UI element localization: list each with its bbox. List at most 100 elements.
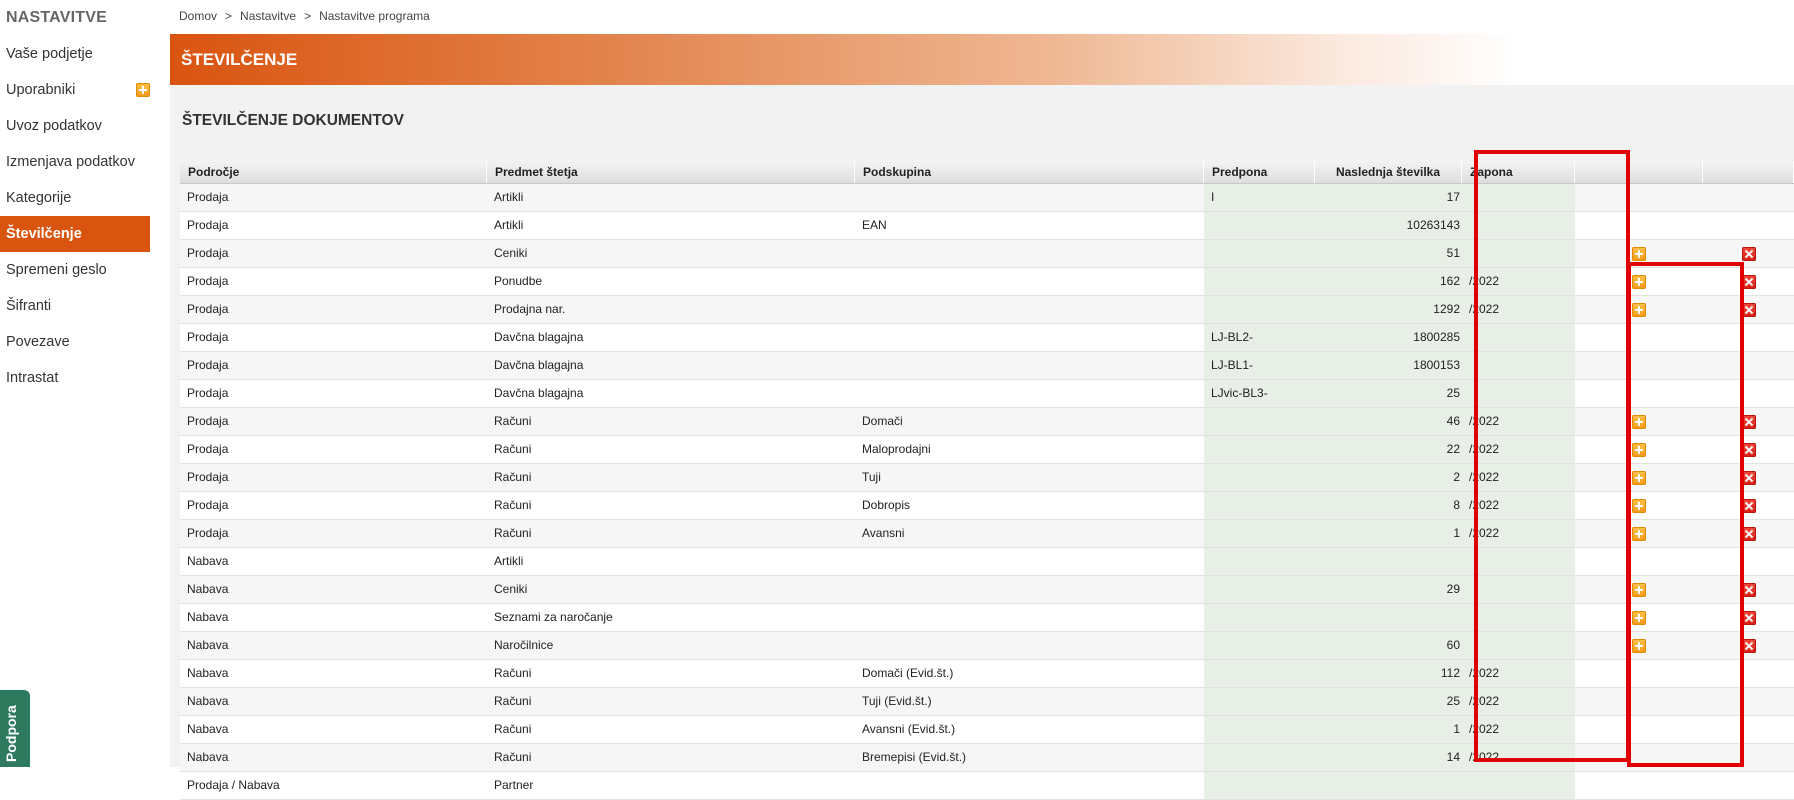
next-number-cell[interactable]: 1800153 (1315, 352, 1462, 379)
next-number-cell[interactable]: 10263143 (1315, 212, 1462, 239)
next-number-cell[interactable]: 1 (1315, 520, 1462, 547)
prefix-cell[interactable] (1204, 464, 1315, 491)
next-number-cell[interactable]: 1800285 (1315, 324, 1462, 351)
suffix-cell[interactable] (1462, 212, 1575, 239)
suffix-cell[interactable]: /2022 (1462, 492, 1575, 519)
prefix-cell[interactable] (1204, 772, 1315, 799)
prefix-cell[interactable]: LJ-BL1- (1204, 352, 1315, 379)
column-header-podrocje[interactable]: Področje (180, 161, 487, 183)
breadcrumb-link-domov[interactable]: Domov (179, 9, 217, 23)
suffix-cell[interactable]: /2022 (1462, 660, 1575, 687)
sidebar-item-izmenjava-podatkov[interactable]: Izmenjava podatkov (0, 144, 150, 180)
plus-icon[interactable] (1632, 246, 1646, 261)
x-icon[interactable] (1741, 246, 1756, 261)
suffix-cell[interactable] (1462, 240, 1575, 267)
prefix-cell[interactable] (1204, 660, 1315, 687)
x-icon[interactable] (1741, 638, 1756, 653)
suffix-cell[interactable] (1462, 380, 1575, 407)
sidebar-item-kategorije[interactable]: Kategorije (0, 180, 150, 216)
x-icon[interactable] (1741, 610, 1756, 625)
next-number-cell[interactable]: 22 (1315, 436, 1462, 463)
plus-icon[interactable] (1632, 302, 1646, 317)
sidebar-item-spremeni-geslo[interactable]: Spremeni geslo (0, 252, 150, 288)
suffix-cell[interactable] (1462, 548, 1575, 575)
x-icon[interactable] (1741, 582, 1756, 597)
next-number-cell[interactable]: 2 (1315, 464, 1462, 491)
column-header-zapona[interactable]: Zapona (1462, 161, 1575, 183)
breadcrumb-link-nastavitve[interactable]: Nastavitve (240, 9, 296, 23)
prefix-cell[interactable] (1204, 604, 1315, 631)
prefix-cell[interactable] (1204, 240, 1315, 267)
support-tab[interactable]: Podpora (0, 690, 30, 767)
prefix-cell[interactable] (1204, 520, 1315, 547)
next-number-cell[interactable]: 112 (1315, 660, 1462, 687)
column-header-naslednja-stevilka[interactable]: Naslednja številka (1315, 161, 1462, 183)
plus-icon[interactable] (1632, 274, 1646, 289)
suffix-cell[interactable]: /2022 (1462, 296, 1575, 323)
suffix-cell[interactable]: /2022 (1462, 436, 1575, 463)
prefix-cell[interactable] (1204, 296, 1315, 323)
x-icon[interactable] (1741, 414, 1756, 429)
prefix-cell[interactable] (1204, 436, 1315, 463)
next-number-cell[interactable] (1315, 772, 1462, 799)
prefix-cell[interactable] (1204, 632, 1315, 659)
next-number-cell[interactable]: 51 (1315, 240, 1462, 267)
next-number-cell[interactable]: 1292 (1315, 296, 1462, 323)
prefix-cell[interactable]: I (1204, 184, 1315, 211)
plus-icon[interactable] (1632, 470, 1646, 485)
next-number-cell[interactable]: 17 (1315, 184, 1462, 211)
suffix-cell[interactable] (1462, 772, 1575, 799)
next-number-cell[interactable]: 25 (1315, 380, 1462, 407)
plus-icon[interactable] (1632, 610, 1646, 625)
prefix-cell[interactable] (1204, 492, 1315, 519)
suffix-cell[interactable] (1462, 576, 1575, 603)
prefix-cell[interactable] (1204, 576, 1315, 603)
plus-icon[interactable] (1632, 498, 1646, 513)
sidebar-item-povezave[interactable]: Povezave (0, 324, 150, 360)
sidebar-item-intrastat[interactable]: Intrastat (0, 360, 150, 396)
prefix-cell[interactable]: LJvic-BL3- (1204, 380, 1315, 407)
prefix-cell[interactable] (1204, 716, 1315, 743)
x-icon[interactable] (1741, 442, 1756, 457)
suffix-cell[interactable]: /2022 (1462, 408, 1575, 435)
suffix-cell[interactable]: /2022 (1462, 464, 1575, 491)
next-number-cell[interactable]: 29 (1315, 576, 1462, 603)
next-number-cell[interactable] (1315, 604, 1462, 631)
prefix-cell[interactable]: LJ-BL2- (1204, 324, 1315, 351)
suffix-cell[interactable] (1462, 324, 1575, 351)
sidebar-item-uvoz-podatkov[interactable]: Uvoz podatkov (0, 108, 150, 144)
next-number-cell[interactable]: 8 (1315, 492, 1462, 519)
prefix-cell[interactable] (1204, 688, 1315, 715)
sidebar-item-stevilcenje[interactable]: Številčenje (0, 216, 150, 252)
x-icon[interactable] (1741, 274, 1756, 289)
plus-icon[interactable] (1632, 414, 1646, 429)
suffix-cell[interactable] (1462, 352, 1575, 379)
add-user-plus-icon[interactable] (136, 83, 150, 97)
column-header-predmet-stetja[interactable]: Predmet štetja (487, 161, 855, 183)
x-icon[interactable] (1741, 302, 1756, 317)
next-number-cell[interactable]: 162 (1315, 268, 1462, 295)
next-number-cell[interactable]: 60 (1315, 632, 1462, 659)
x-icon[interactable] (1741, 526, 1756, 541)
suffix-cell[interactable] (1462, 632, 1575, 659)
suffix-cell[interactable] (1462, 184, 1575, 211)
column-header-predpona[interactable]: Predpona (1204, 161, 1315, 183)
column-header-podskupina[interactable]: Podskupina (855, 161, 1204, 183)
prefix-cell[interactable] (1204, 268, 1315, 295)
x-icon[interactable] (1741, 470, 1756, 485)
x-icon[interactable] (1741, 498, 1756, 513)
suffix-cell[interactable]: /2022 (1462, 716, 1575, 743)
plus-icon[interactable] (1632, 638, 1646, 653)
sidebar-item-vase-podjetje[interactable]: Vaše podjetje (0, 36, 150, 72)
prefix-cell[interactable] (1204, 212, 1315, 239)
next-number-cell[interactable]: 25 (1315, 688, 1462, 715)
next-number-cell[interactable]: 1 (1315, 716, 1462, 743)
next-number-cell[interactable]: 46 (1315, 408, 1462, 435)
sidebar-item-sifranti[interactable]: Šifranti (0, 288, 150, 324)
suffix-cell[interactable] (1462, 604, 1575, 631)
next-number-cell[interactable] (1315, 548, 1462, 575)
suffix-cell[interactable]: /2022 (1462, 520, 1575, 547)
plus-icon[interactable] (1632, 582, 1646, 597)
plus-icon[interactable] (1632, 442, 1646, 457)
prefix-cell[interactable] (1204, 408, 1315, 435)
